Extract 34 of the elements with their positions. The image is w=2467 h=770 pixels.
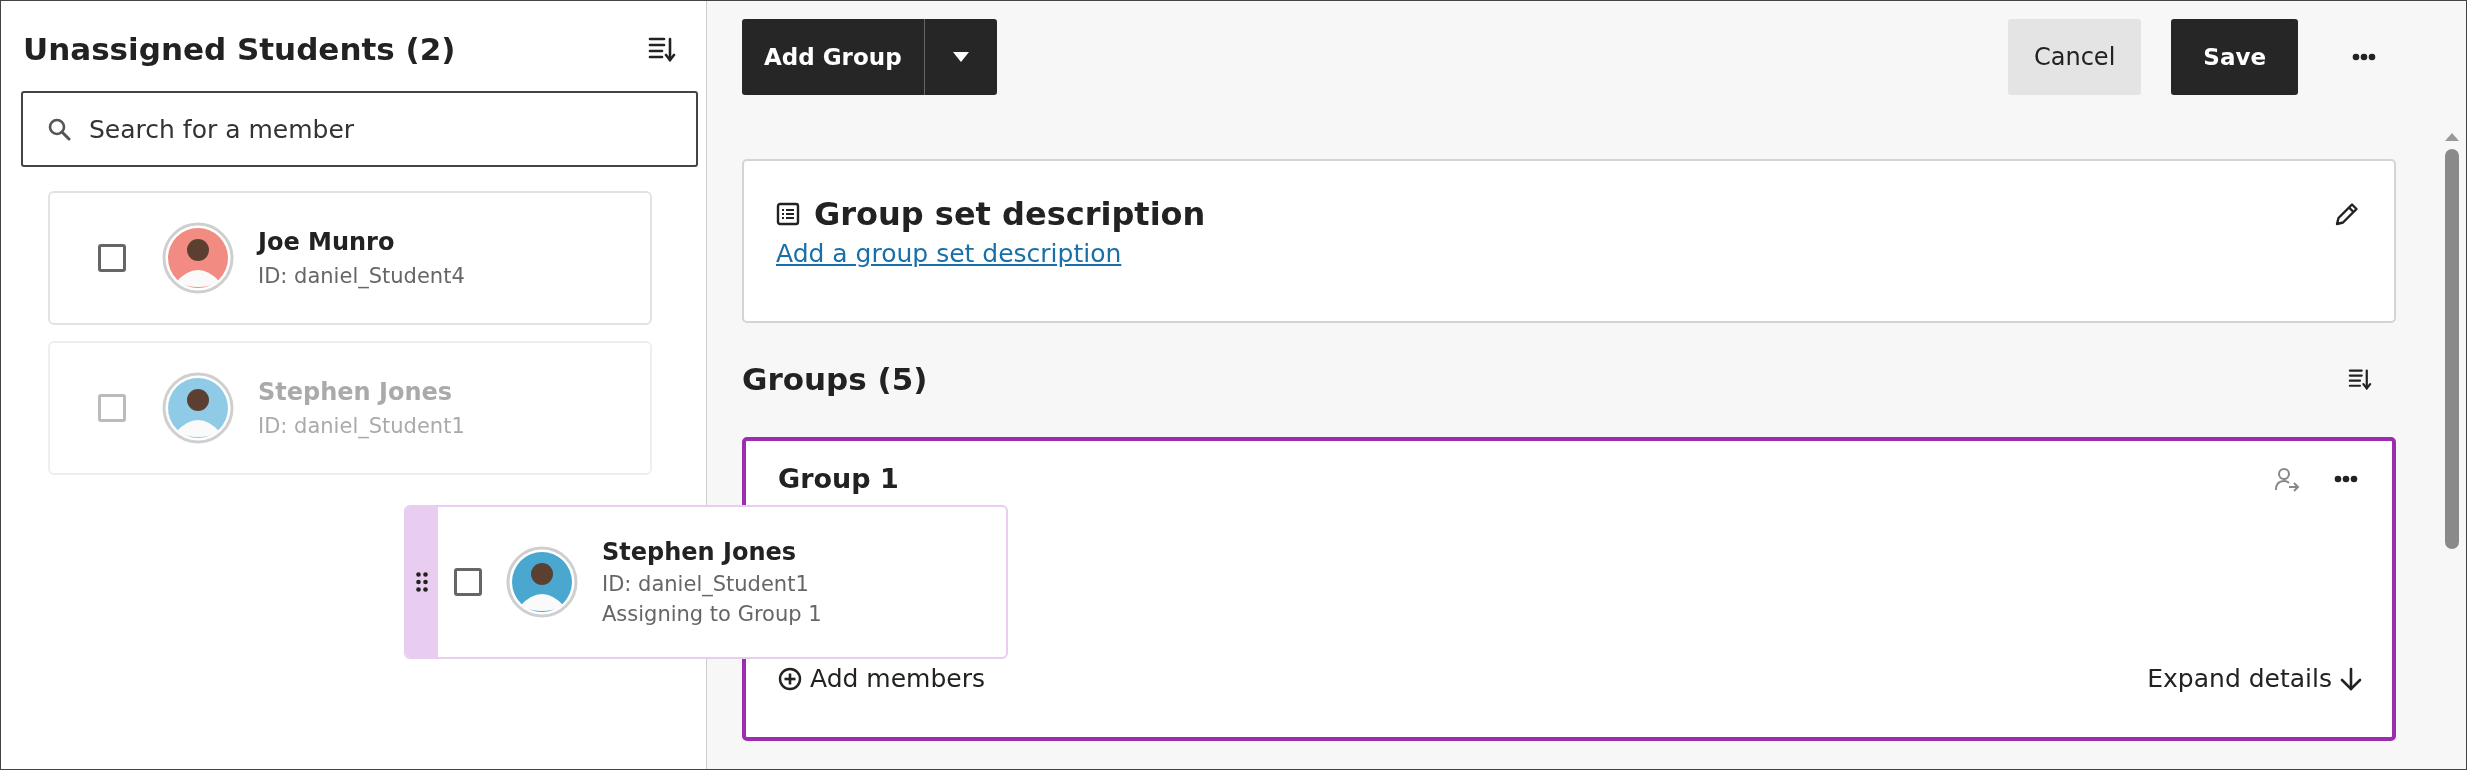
drag-handle[interactable]: [406, 507, 438, 657]
student-card[interactable]: Joe Munro ID: daniel_Student4: [48, 191, 652, 325]
search-icon: [47, 117, 71, 141]
student-name: Joe Munro: [258, 228, 396, 256]
user-arrow-icon[interactable]: [2274, 465, 2300, 492]
arrow-down-icon: [2340, 666, 2362, 691]
dragged-student-card[interactable]: Stephen Jones ID: daniel_Student1 Assigning to Group 1: [404, 505, 1008, 659]
student-id: ID: daniel_Student1: [258, 414, 465, 438]
search-field[interactable]: Search for a member: [21, 91, 698, 167]
dropdown-button[interactable]: [924, 19, 997, 95]
checkbox[interactable]: [454, 568, 482, 596]
student-name: Stephen Jones: [258, 378, 454, 406]
cancel-button[interactable]: Cancel: [2008, 19, 2142, 95]
description-link[interactable]: Add a group set description: [776, 239, 1122, 268]
add-members-button[interactable]: Add members: [778, 664, 985, 693]
more-icon[interactable]: [2352, 53, 2376, 61]
section-title: Group set description: [814, 195, 1206, 233]
caret-icon: [952, 52, 969, 62]
more-icon[interactable]: [2334, 474, 2358, 483]
section-title: Groups (5): [742, 361, 928, 397]
sort-icon[interactable]: [2348, 368, 2372, 390]
expand-details-button[interactable]: Expand details: [2147, 664, 2362, 693]
add-group-button[interactable]: Add Group: [742, 19, 925, 95]
save-button[interactable]: Save: [2171, 19, 2298, 95]
group-name: Group 1: [778, 463, 899, 494]
checkbox[interactable]: [98, 244, 126, 272]
checkbox[interactable]: [98, 394, 126, 422]
panel-title: Unassigned Students (2): [23, 31, 456, 67]
list-icon: [776, 202, 800, 226]
plus-circle-icon: [778, 666, 802, 691]
pencil-icon[interactable]: [2334, 201, 2360, 227]
student-id: ID: daniel_Student4: [258, 264, 465, 288]
grip-icon: [416, 572, 428, 592]
sort-icon[interactable]: [648, 36, 676, 62]
